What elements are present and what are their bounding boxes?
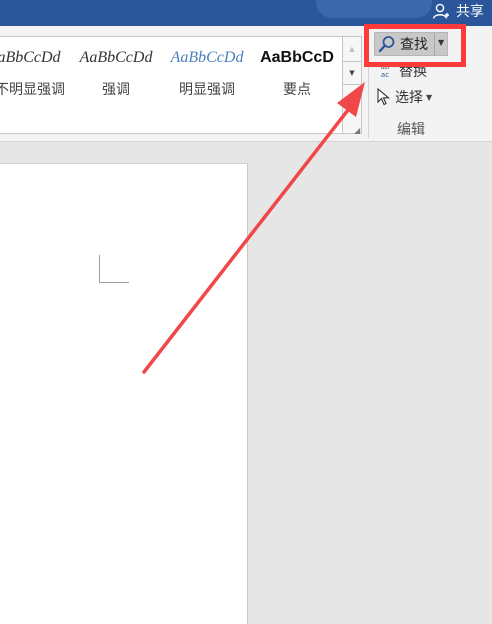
arrow-shaft [142, 108, 350, 374]
arrow-head [337, 82, 365, 117]
annotation-arrow [142, 82, 365, 374]
